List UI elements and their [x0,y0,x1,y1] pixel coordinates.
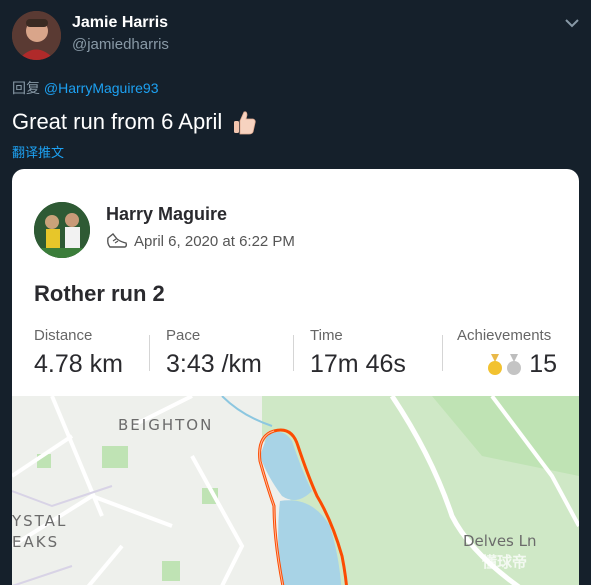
reply-prefix: 回复 [12,80,40,96]
map-label-beighton: BEIGHTON [118,416,214,434]
thumbs-up-emoji [234,111,256,135]
activity-title[interactable]: Rother run 2 [34,281,165,307]
author-avatar[interactable] [12,11,61,60]
reply-mention-link[interactable]: @HarryMaguire93 [44,80,159,96]
stat-label: Achievements [457,327,552,344]
gold-medal-icon [488,354,503,376]
stat-value: 3:43 /km [166,350,262,378]
tweet-text: Great run from 6 April [12,108,258,136]
translate-tweet-link[interactable]: 翻译推文 [12,142,64,161]
author-name[interactable]: Jamie Harris [72,14,168,32]
tweet: Jamie Harris @jamiedharris 回复 @HarryMagu… [0,0,591,585]
shoe-icon [107,233,128,248]
stat-distance: Distance 4.78 km [34,327,123,379]
stat-achievements: Achievements 15 [457,327,557,379]
activity-date: April 6, 2020 at 6:22 PM [106,232,295,250]
silver-medal-icon [507,354,522,376]
athlete-name[interactable]: Harry Maguire [106,204,227,225]
stat-divider [293,335,294,371]
stat-value: 15 [457,350,557,379]
reply-line: 回复 @HarryMaguire93 [12,78,158,98]
map-label-delves: Delves Ln [463,532,537,550]
map-label-crystal-2: EAKS [12,533,60,551]
achievements-count: 15 [529,350,557,378]
author-handle[interactable]: @jamiedharris [72,36,169,53]
stat-value: 4.78 km [34,350,123,378]
watermark: 懂球帝 [482,554,528,571]
stat-value: 17m 46s [310,350,406,378]
athlete-avatar[interactable] [34,202,90,258]
chevron-down-icon[interactable] [563,14,581,32]
stat-divider [442,335,443,371]
strava-activity-card[interactable]: Harry Maguire April 6, 2020 at 6:22 PM R… [12,169,579,585]
medals [487,354,525,376]
stat-pace: Pace 3:43 /km [166,327,262,379]
tweet-body: Great run from 6 April [12,109,223,134]
stat-time: Time 17m 46s [310,327,406,379]
stat-label: Distance [34,327,93,344]
activity-date-text: April 6, 2020 at 6:22 PM [134,232,295,250]
stat-label: Time [310,327,343,344]
map-label-crystal-1: YSTAL [12,512,68,530]
stat-label: Pace [166,327,201,344]
stat-divider [149,335,150,371]
